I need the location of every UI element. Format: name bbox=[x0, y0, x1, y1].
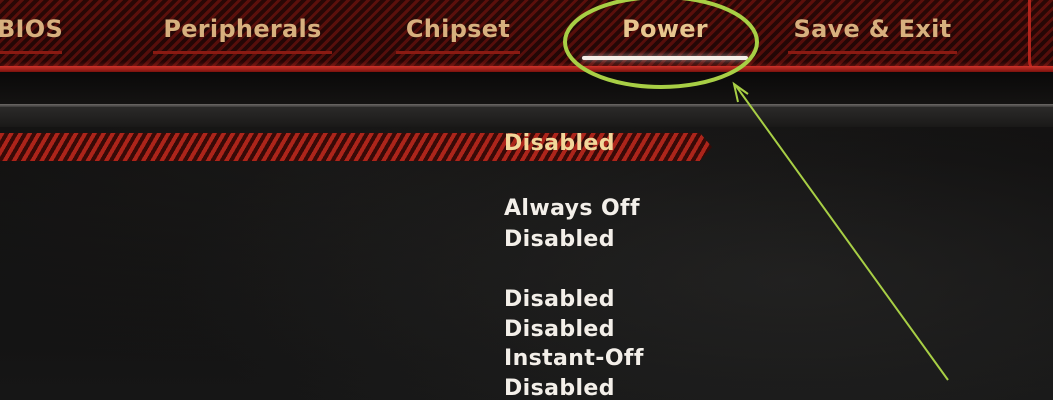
tab-power-label: Power bbox=[622, 15, 708, 43]
tab-peripherals-label: Peripherals bbox=[163, 15, 322, 43]
header-band bbox=[0, 72, 1053, 104]
bios-screen: BIOS Peripherals Chipset Power Save & Ex… bbox=[0, 0, 1053, 400]
tab-bar-rim bbox=[1028, 0, 1053, 75]
tab-bar: BIOS Peripherals Chipset Power Save & Ex… bbox=[0, 0, 1053, 75]
settings-header-strip bbox=[0, 107, 1053, 127]
setting-value-1[interactable]: Disabled bbox=[504, 133, 615, 155]
tab-chipset-label: Chipset bbox=[405, 15, 511, 43]
annotation-arrow-line bbox=[735, 85, 949, 381]
setting-value-4[interactable]: Disabled bbox=[504, 289, 615, 311]
tab-save-exit-label: Save & Exit bbox=[793, 15, 952, 43]
setting-value-5[interactable]: Disabled bbox=[504, 319, 615, 341]
tab-save-exit[interactable]: Save & Exit bbox=[780, 8, 965, 54]
setting-value-2[interactable]: Always Off bbox=[504, 198, 640, 220]
tab-bios-label: BIOS bbox=[0, 15, 64, 43]
setting-value-6[interactable]: Instant-Off bbox=[504, 348, 644, 370]
setting-value-3[interactable]: Disabled bbox=[504, 229, 615, 251]
tab-power[interactable]: Power bbox=[582, 8, 748, 60]
tab-bios[interactable]: BIOS bbox=[0, 8, 70, 54]
active-tab-indicator bbox=[582, 56, 748, 60]
setting-value-7[interactable]: Disabled bbox=[504, 378, 615, 400]
tab-peripherals[interactable]: Peripherals bbox=[145, 8, 340, 54]
tab-chipset[interactable]: Chipset bbox=[388, 8, 528, 54]
